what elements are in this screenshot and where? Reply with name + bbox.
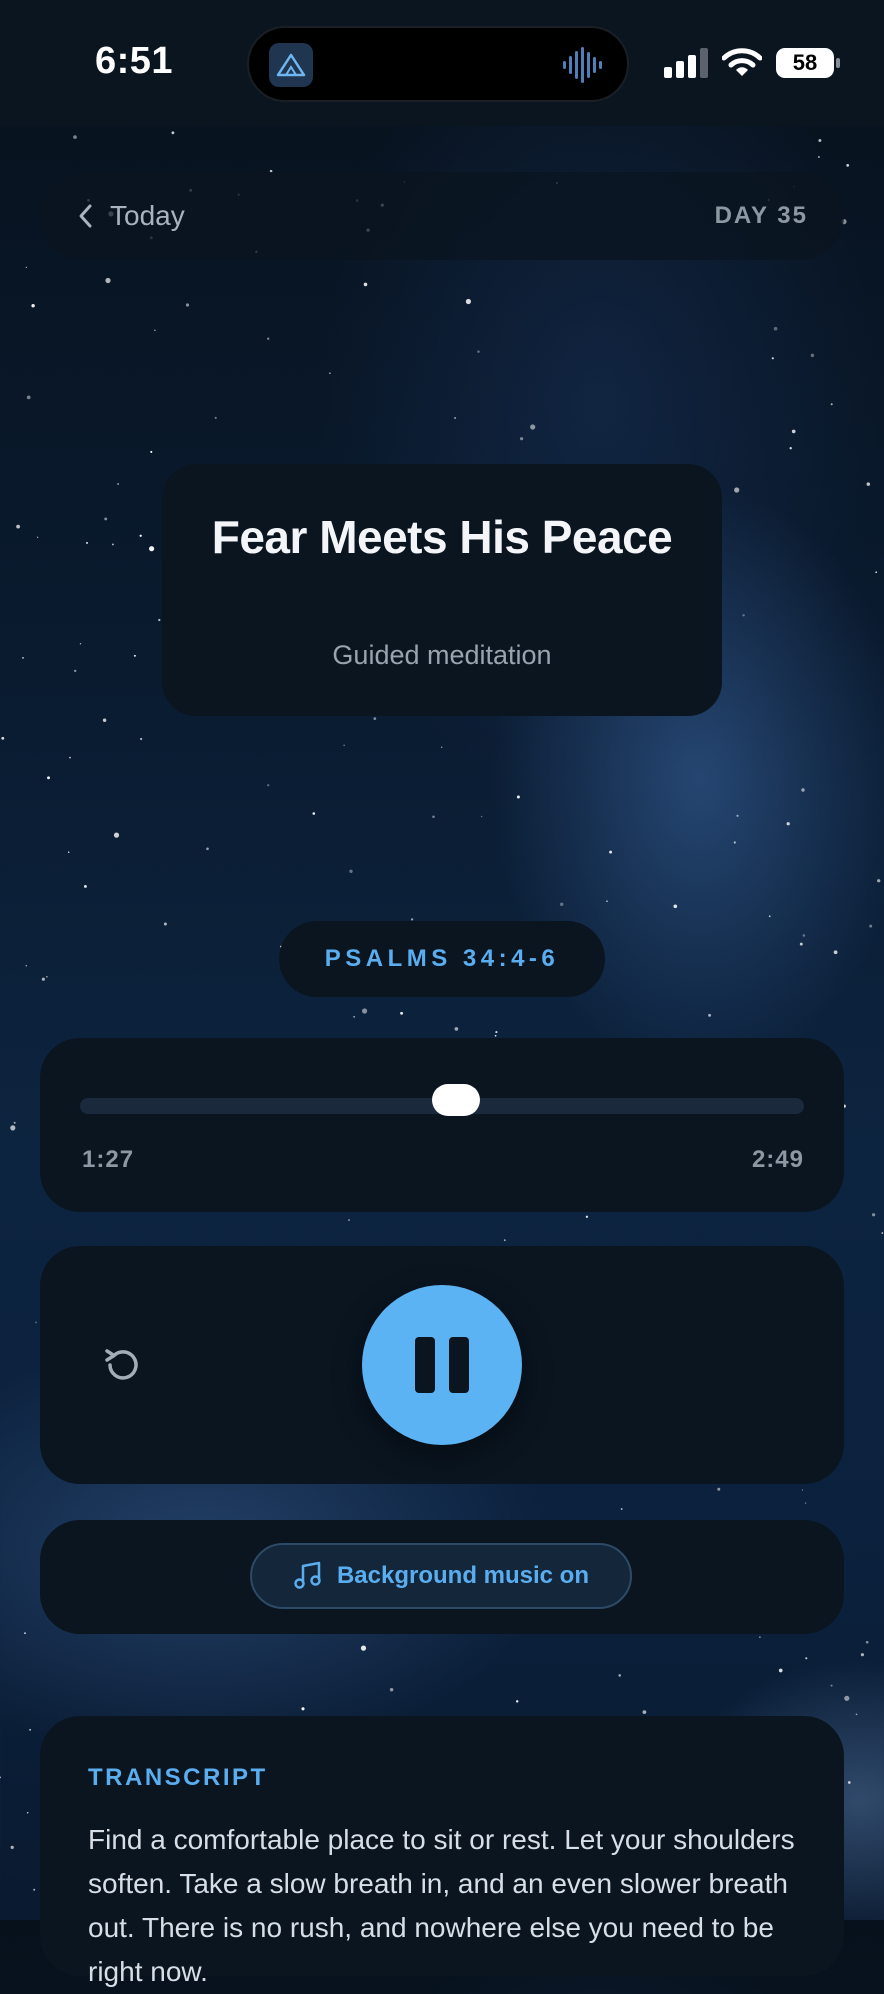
top-nav: Today DAY 35 [40, 172, 844, 260]
scripture-reference[interactable]: PSALMS 34:4-6 [279, 921, 605, 997]
background-music-toggle[interactable]: Background music on [250, 1543, 632, 1609]
background-music-card: Background music on [40, 1520, 844, 1634]
battery-level: 58 [792, 50, 818, 75]
restart-button[interactable] [96, 1339, 148, 1391]
wifi-icon [722, 48, 762, 76]
transcript-text: Find a comfortable place to sit or rest.… [88, 1824, 795, 1987]
day-label: DAY 35 [714, 202, 808, 229]
restart-icon [105, 1349, 138, 1380]
current-time: 1:27 [82, 1146, 135, 1173]
session-title: Fear Meets His Peace [211, 511, 673, 563]
back-button[interactable]: Today [78, 172, 185, 260]
pause-button[interactable] [362, 1285, 522, 1445]
pause-icon [415, 1337, 435, 1393]
session-subtitle: Guided meditation [332, 640, 552, 670]
back-label: Today [110, 200, 185, 231]
status-bar: 6:51 58 [0, 0, 884, 126]
playback-controls [40, 1246, 844, 1484]
signal-icon [664, 48, 708, 78]
dynamic-island [247, 26, 629, 102]
playback-progress-card: 1:27 2:49 [40, 1038, 844, 1212]
battery-icon: 58 [776, 48, 840, 78]
app-logo-icon [269, 43, 313, 87]
music-note-icon [294, 1561, 321, 1589]
chevron-left-icon [79, 204, 92, 228]
progress-slider[interactable] [80, 1084, 804, 1116]
transcript-heading: TRANSCRIPT [88, 1764, 268, 1791]
background-music-label: Background music on [336, 1562, 590, 1589]
transcript-card: TRANSCRIPT Find a comfortable place to s… [40, 1716, 844, 1987]
audio-wave-icon [563, 47, 602, 83]
status-time: 6:51 [95, 40, 174, 82]
total-time: 2:49 [751, 1146, 804, 1173]
progress-thumb[interactable] [432, 1084, 481, 1116]
session-title-card: Fear Meets His Peace Guided meditation [162, 464, 722, 716]
